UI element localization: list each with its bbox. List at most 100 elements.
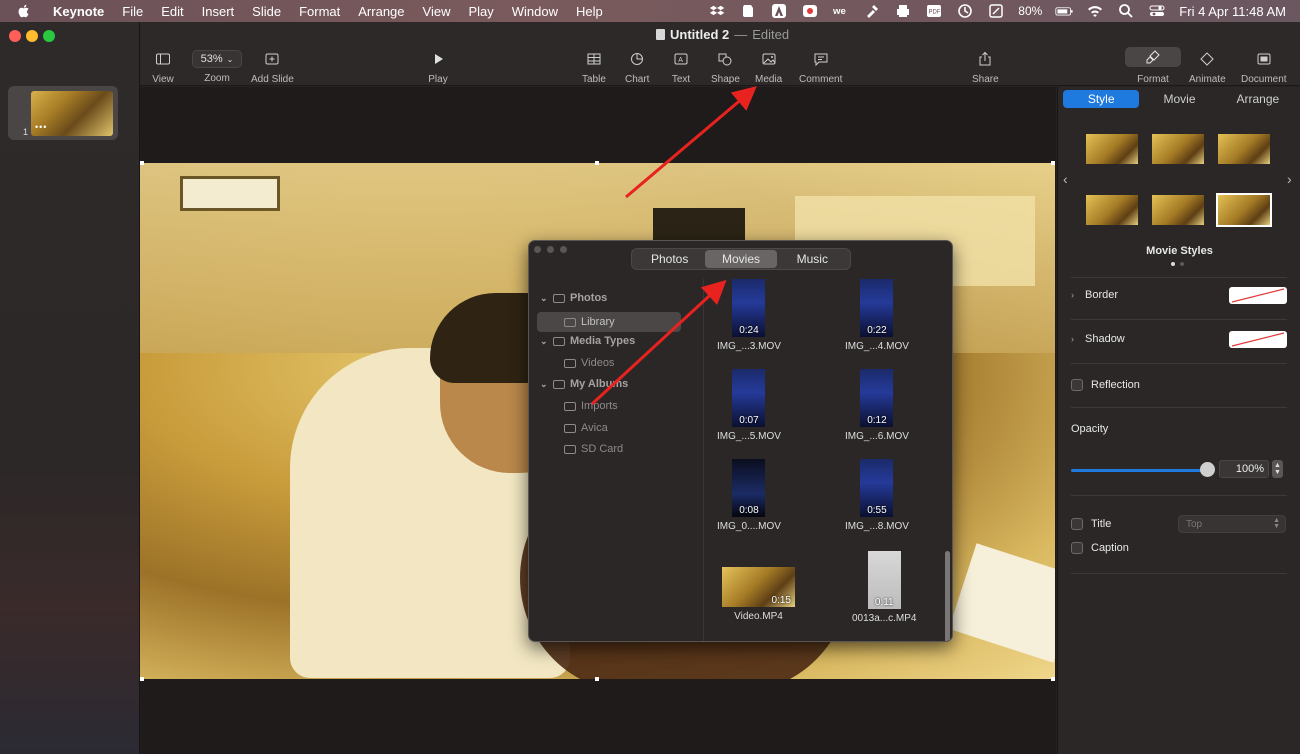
menu-window[interactable]: Window — [503, 4, 567, 19]
menu-help[interactable]: Help — [567, 4, 612, 19]
source-item-sd-card[interactable]: SD Card — [564, 443, 623, 455]
popover-minimize-dot[interactable] — [547, 246, 554, 253]
movie-item[interactable]: 0:08 IMG_0....MOV — [717, 459, 781, 532]
border-swatch[interactable] — [1229, 286, 1287, 304]
menu-format[interactable]: Format — [290, 4, 349, 19]
movie-item[interactable]: 0:11 0013a...c.MP4 — [852, 551, 916, 624]
tool-icon[interactable] — [863, 3, 881, 19]
resize-handle[interactable] — [1051, 677, 1055, 681]
note-icon[interactable] — [987, 3, 1005, 19]
minimize-window-button[interactable] — [26, 30, 38, 42]
source-item-videos[interactable]: Videos — [564, 357, 614, 369]
movie-item[interactable]: 0:24 IMG_...3.MOV — [717, 279, 781, 352]
movie-style-swatch[interactable] — [1086, 134, 1138, 164]
menu-file[interactable]: File — [113, 4, 152, 19]
battery-icon[interactable] — [1055, 3, 1073, 19]
movie-style-swatch[interactable] — [1218, 134, 1270, 164]
apple-icon[interactable] — [16, 3, 32, 19]
caption-checkbox[interactable] — [1071, 542, 1083, 554]
movie-item[interactable]: 0:07 IMG_...5.MOV — [717, 369, 781, 442]
share-button[interactable]: Share — [972, 50, 999, 85]
tab-photos[interactable]: Photos — [634, 250, 705, 268]
source-group-my-albums[interactable]: ⌄ My Albums — [540, 378, 628, 390]
chart-button[interactable]: Chart — [625, 50, 649, 85]
chevron-left-icon[interactable]: ‹ — [1063, 171, 1068, 187]
fullscreen-window-button[interactable] — [43, 30, 55, 42]
media-button[interactable]: Media — [755, 50, 782, 85]
format-button[interactable]: Format — [1125, 47, 1181, 85]
resize-handle[interactable] — [595, 161, 599, 165]
document-name[interactable]: Untitled 2 — [670, 27, 729, 42]
shadow-row[interactable]: › Shadow — [1071, 330, 1287, 348]
movie-style-swatch[interactable] — [1086, 195, 1138, 225]
clock[interactable]: Fri 4 Apr 11:48 AM — [1179, 4, 1286, 19]
menu-play[interactable]: Play — [459, 4, 502, 19]
movie-style-swatch-selected[interactable] — [1216, 193, 1272, 227]
movie-style-swatch[interactable] — [1152, 134, 1204, 164]
menu-edit[interactable]: Edit — [152, 4, 192, 19]
menu-slide[interactable]: Slide — [243, 4, 290, 19]
printer-icon[interactable] — [894, 3, 912, 19]
movie-item[interactable]: 0:22 IMG_...4.MOV — [845, 279, 909, 352]
pdf-icon[interactable]: PDF — [925, 3, 943, 19]
grid-scrollbar[interactable] — [945, 551, 950, 641]
opacity-field[interactable]: 100% — [1219, 460, 1269, 478]
close-window-button[interactable] — [9, 30, 21, 42]
source-item-imports[interactable]: Imports — [564, 400, 618, 412]
tab-movie[interactable]: Movie — [1141, 90, 1217, 108]
search-icon[interactable] — [1117, 3, 1135, 19]
table-button[interactable]: Table — [582, 50, 606, 85]
menu-app-keynote[interactable]: Keynote — [44, 4, 113, 19]
tab-music[interactable]: Music — [777, 250, 848, 268]
tab-movies[interactable]: Movies — [705, 250, 777, 268]
view-button[interactable]: View — [152, 50, 174, 85]
source-group-photos[interactable]: ⌄ Photos — [540, 292, 607, 304]
wifi-icon[interactable] — [1086, 3, 1104, 19]
page-dots[interactable] — [1171, 262, 1184, 266]
reflection-row[interactable]: Reflection — [1071, 379, 1287, 391]
popover-close-dot[interactable] — [534, 246, 541, 253]
popover-zoom-dot[interactable] — [560, 246, 567, 253]
resize-handle[interactable] — [1051, 161, 1055, 165]
shadow-swatch[interactable] — [1229, 330, 1287, 348]
time-machine-icon[interactable] — [956, 3, 974, 19]
opacity-slider-track[interactable] — [1071, 469, 1208, 472]
play-button[interactable]: Play — [427, 50, 449, 85]
adobe-icon[interactable] — [770, 3, 788, 19]
shape-button[interactable]: Shape — [711, 50, 740, 85]
tab-style[interactable]: Style — [1063, 90, 1140, 108]
slide-thumbnail[interactable]: ••• — [31, 91, 113, 136]
caption-row[interactable]: Caption — [1071, 542, 1287, 554]
resize-handle[interactable] — [140, 677, 144, 681]
movie-item[interactable]: 0:12 IMG_...6.MOV — [845, 369, 909, 442]
control-center-icon[interactable] — [1148, 3, 1166, 19]
menu-arrange[interactable]: Arrange — [349, 4, 413, 19]
reflection-checkbox[interactable] — [1071, 379, 1083, 391]
movie-style-swatch[interactable] — [1152, 195, 1204, 225]
movie-item[interactable]: 0:55 IMG_...8.MOV — [845, 459, 909, 532]
opacity-slider-knob[interactable] — [1200, 462, 1215, 477]
evernote-icon[interactable] — [739, 3, 757, 19]
zoom-select[interactable]: 53% ⌄ — [192, 50, 242, 68]
chevron-right-icon[interactable]: › — [1287, 171, 1292, 187]
text-button[interactable]: A Text — [670, 50, 692, 85]
we-icon[interactable]: we — [832, 3, 850, 19]
source-item-avica[interactable]: Avica — [564, 422, 608, 434]
menu-view[interactable]: View — [414, 4, 460, 19]
resize-handle[interactable] — [140, 161, 144, 165]
title-checkbox[interactable] — [1071, 518, 1083, 530]
creative-cloud-icon[interactable] — [801, 3, 819, 19]
resize-handle[interactable] — [595, 677, 599, 681]
zoom-control[interactable]: 53% ⌄ Zoom — [192, 50, 242, 84]
document-button[interactable]: Document — [1241, 50, 1287, 85]
dropbox-icon[interactable] — [708, 3, 726, 19]
source-item-library[interactable]: Library — [537, 312, 681, 332]
add-slide-button[interactable]: Add Slide — [251, 50, 294, 85]
opacity-stepper[interactable]: ▲ ▼ — [1272, 460, 1283, 478]
source-group-media-types[interactable]: ⌄ Media Types — [540, 335, 635, 347]
title-position-select[interactable]: Top ▲ ▼ — [1178, 515, 1286, 533]
border-row[interactable]: › Border — [1071, 286, 1287, 304]
comment-button[interactable]: Comment — [799, 50, 842, 85]
tab-arrange[interactable]: Arrange — [1220, 90, 1296, 108]
movie-item[interactable]: 0:15 Video.MP4 — [722, 567, 795, 622]
